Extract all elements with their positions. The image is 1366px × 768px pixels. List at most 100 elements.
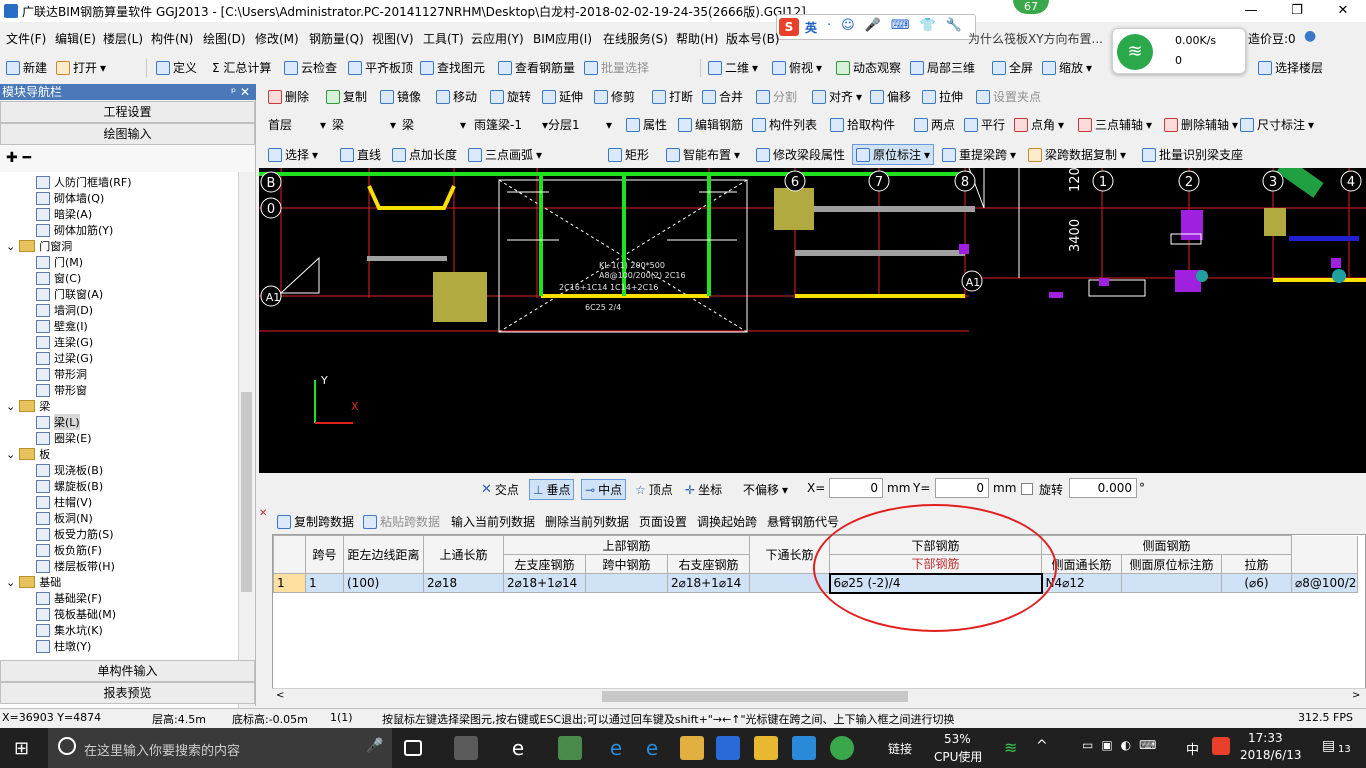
merge-button[interactable]: 合并 [702, 88, 743, 105]
tree-item[interactable]: 过梁(G) [36, 350, 93, 366]
swap-start-span-button[interactable]: 调换起始跨 [697, 513, 757, 530]
component-list-button[interactable]: 构件列表 [752, 116, 817, 133]
sogou-tray-icon[interactable] [1212, 737, 1230, 755]
in-situ-annotation-button[interactable]: 原位标注 ▾ [852, 144, 935, 165]
select-floor-button[interactable]: 选择楼层 [1258, 59, 1323, 76]
dynamic-view-button[interactable]: 动态观察 [836, 59, 901, 76]
intersection-snap[interactable]: ✕ 交点 [481, 481, 519, 498]
wifi-tray-icon[interactable]: ≋ [1004, 738, 1017, 757]
tree-item[interactable]: 柱帽(V) [36, 494, 92, 510]
batch-select-button[interactable]: 批量选择 [584, 59, 649, 76]
fullscreen-button[interactable]: 全屏 [992, 59, 1033, 76]
microphone-icon[interactable]: 🎤 [366, 738, 383, 754]
mid-span-cell[interactable] [585, 573, 668, 593]
drawing-input-button[interactable]: 绘图输入 [0, 123, 255, 145]
line-button[interactable]: 直线 [340, 146, 381, 163]
align-slab-button[interactable]: 平齐板顶 [348, 59, 413, 76]
menu-modify[interactable]: 修改(M) [255, 30, 299, 47]
edge-icon[interactable]: e [506, 736, 530, 760]
point-length-button[interactable]: 点加长度 [392, 146, 457, 163]
tree-item[interactable]: 砌体墙(Q) [36, 190, 104, 206]
menu-version[interactable]: 版本号(B) [726, 30, 780, 47]
project-settings-button[interactable]: 工程设置 [0, 101, 255, 123]
expand-collapse-icon[interactable]: ✚ ━ [6, 150, 31, 166]
delete-axis-button[interactable]: 删除辅轴 ▾ [1164, 116, 1238, 133]
tree-item[interactable]: 圈梁(E) [36, 430, 92, 446]
collapse-toggle-icon[interactable]: ⌄ [6, 576, 15, 589]
menu-file[interactable]: 文件(F) [6, 30, 46, 47]
rotate-button[interactable]: 旋转 [490, 88, 531, 105]
user-icon[interactable]: ● [1304, 28, 1316, 44]
offset-button[interactable]: 偏移 [870, 88, 911, 105]
floor-select[interactable]: 首层 ▾ [268, 116, 326, 133]
single-component-input-button[interactable]: 单构件输入 [0, 660, 255, 682]
open-button[interactable]: 打开 ▾ [56, 59, 106, 76]
x-input[interactable] [829, 478, 883, 498]
menu-draw[interactable]: 绘图(D) [203, 30, 246, 47]
tree-folder[interactable]: ⌄ 板 [6, 446, 50, 462]
menu-cloud[interactable]: 云应用(Y) [471, 30, 524, 47]
notification-icon[interactable]: ▤ [1322, 738, 1335, 754]
three-point-arc-button[interactable]: 三点画弧 ▾ [468, 146, 542, 163]
two-point-button[interactable]: 两点 [914, 116, 955, 133]
tree-item[interactable]: 板负筋(F) [36, 542, 102, 558]
perpendicular-snap[interactable]: ⊥ 垂点 [529, 479, 575, 500]
delete-button[interactable]: 删除 [268, 88, 309, 105]
copy-button[interactable]: 复制 [326, 88, 367, 105]
tree-scrollbar[interactable] [238, 172, 254, 740]
layer-select[interactable]: 分层1 ▾ [548, 116, 612, 133]
new-button[interactable]: 新建 [6, 59, 47, 76]
coordinate-snap[interactable]: ✛ 坐标 [685, 481, 722, 498]
tree-item[interactable]: 连梁(G) [36, 334, 93, 350]
menu-component[interactable]: 构件(N) [151, 30, 193, 47]
tree-item[interactable]: 板受力筋(S) [36, 526, 114, 542]
cloud-check-button[interactable]: 云检查 [284, 59, 337, 76]
tree-item[interactable]: 筏板基础(M) [36, 606, 116, 622]
ie-icon[interactable]: e [640, 736, 664, 760]
modify-span-props-button[interactable]: 修改梁段属性 [756, 146, 845, 163]
tray-icons[interactable]: ▭▣◐⌨ [1082, 738, 1164, 752]
taskbar-search[interactable]: 在这里输入你要搜索的内容 🎤 [48, 728, 392, 768]
tree-item[interactable]: 壁龛(I) [36, 318, 88, 334]
cantilever-code-button[interactable]: 悬臂钢筋代号 [767, 513, 839, 530]
cad-drawing[interactable]: B 0 A1 1 2 3 4 A1 6 7 8 0 3400 120 KL-1(… [259, 168, 1366, 473]
local-3d-button[interactable]: 局部三维 [910, 59, 975, 76]
link-label[interactable]: 链接 [888, 740, 912, 757]
properties-button[interactable]: 属性 [626, 116, 667, 133]
offset-select[interactable]: 不偏移 ▾ [743, 481, 788, 498]
tree-item[interactable]: 门联窗(A) [36, 286, 103, 302]
tree-item[interactable]: 螺旋板(B) [36, 478, 103, 494]
trim-button[interactable]: 修剪 [594, 88, 635, 105]
glodon-icon[interactable] [716, 736, 740, 760]
extend-button[interactable]: 延伸 [542, 88, 583, 105]
tree-folder[interactable]: ⌄ 基础 [6, 574, 61, 590]
break-button[interactable]: 打断 [652, 88, 693, 105]
three-point-axis-button[interactable]: 三点辅轴 ▾ [1078, 116, 1152, 133]
left-support-cell[interactable]: 2⌀18+1⌀14 [503, 573, 586, 593]
task-view-icon[interactable] [404, 740, 422, 756]
stretch-button[interactable]: 拉伸 [922, 88, 963, 105]
clock-time[interactable]: 17:33 [1248, 731, 1283, 745]
minimize-button[interactable]: — [1228, 0, 1274, 22]
scroll-right-icon[interactable]: > [1352, 690, 1360, 701]
tree-item[interactable]: 带形洞 [36, 366, 87, 382]
top-view-dropdown[interactable]: 俯视 ▾ [772, 59, 822, 76]
edge-blue-icon[interactable]: e [604, 736, 628, 760]
tie-cell[interactable]: (⌀6) [1221, 573, 1292, 593]
zoom-dropdown[interactable]: 缩放 ▾ [1042, 59, 1092, 76]
point-angle-button[interactable]: 点角 ▾ [1014, 116, 1064, 133]
align-button[interactable]: 对齐 ▾ [812, 88, 862, 105]
dimension-button[interactable]: 尺寸标注 ▾ [1240, 116, 1314, 133]
tree-folder[interactable]: ⌄ 门窗洞 [6, 238, 72, 254]
vertex-snap[interactable]: ☆ 顶点 [635, 481, 673, 498]
split-button[interactable]: 分割 [756, 88, 797, 105]
tree-item[interactable]: 墙洞(D) [36, 302, 93, 318]
right-support-cell[interactable]: 2⌀18+1⌀14 [667, 573, 750, 593]
menu-view[interactable]: 视图(V) [372, 30, 414, 47]
component-select[interactable]: 雨篷梁-1 ▾ [474, 116, 548, 133]
table-horizontal-scrollbar[interactable]: < > [272, 688, 1366, 704]
calculate-button[interactable]: Σ 汇总计算 [212, 59, 271, 76]
mirror-button[interactable]: 镜像 [380, 88, 421, 105]
copy-span-data-table-button[interactable]: 复制跨数据 [277, 513, 354, 530]
browser-360-icon[interactable] [558, 736, 582, 760]
